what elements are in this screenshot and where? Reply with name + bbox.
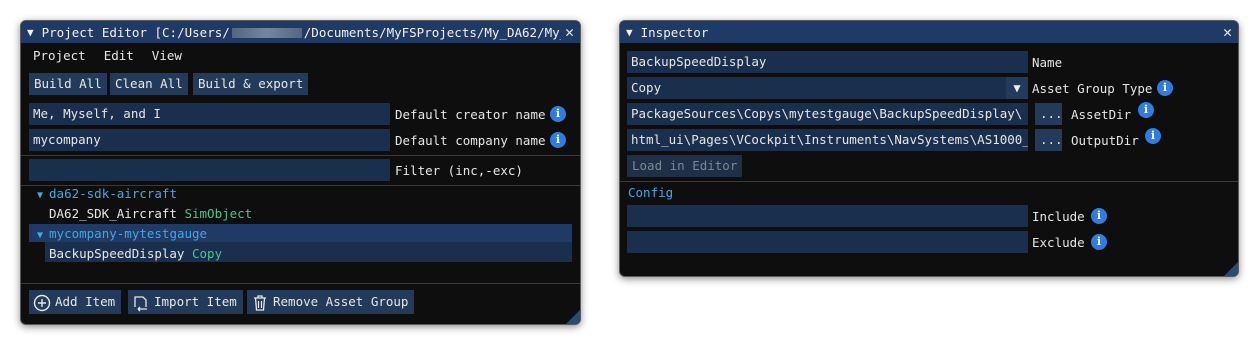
collapse-icon[interactable]: ▼ <box>626 26 633 39</box>
asset-group-type-select[interactable]: Copy <box>627 77 1006 99</box>
resize-grip[interactable] <box>566 310 580 324</box>
exclude-input[interactable] <box>627 231 1028 253</box>
info-icon[interactable]: i <box>550 132 566 148</box>
tree-group-da62[interactable]: ▼ da62-sdk-aircraft <box>37 186 177 201</box>
tree-item-da62-sdk-aircraft[interactable]: DA62_SDK_Aircraft SimObject <box>49 206 252 221</box>
project-editor-title: Project Editor [C:/Users//Documents/MyFS… <box>41 24 575 40</box>
info-icon[interactable]: i <box>1091 234 1107 250</box>
creator-name-label: Default creator name <box>395 107 546 122</box>
output-dir-browse-button[interactable]: ... <box>1035 129 1063 151</box>
info-icon[interactable]: i <box>1145 128 1161 144</box>
load-in-editor-button[interactable]: Load in Editor <box>627 155 743 177</box>
inspector-window: ▼ Inspector ✕ BackupSpeedDisplay Name Co… <box>619 20 1239 277</box>
add-item-button[interactable]: Add Item <box>29 290 122 314</box>
import-icon <box>134 295 147 311</box>
resize-grip[interactable] <box>1224 262 1238 276</box>
tree-group-mytestgauge[interactable]: ▼ mycompany-mytestgauge <box>37 226 207 241</box>
menu-project[interactable]: Project <box>33 48 86 63</box>
include-label: Include <box>1032 209 1085 224</box>
name-input[interactable]: BackupSpeedDisplay <box>627 51 1028 73</box>
info-icon[interactable]: i <box>1157 80 1173 96</box>
plus-circle-icon <box>33 294 51 311</box>
info-icon[interactable]: i <box>550 106 566 122</box>
import-item-button[interactable]: Import Item <box>128 290 243 314</box>
name-label: Name <box>1032 55 1063 70</box>
project-editor-titlebar[interactable]: ▼ Project Editor [C:/Users//Documents/My… <box>21 21 580 43</box>
divider <box>620 181 1238 182</box>
inspector-titlebar[interactable]: ▼ Inspector ✕ <box>620 21 1238 43</box>
close-icon[interactable]: ✕ <box>1218 23 1232 41</box>
company-name-input[interactable]: mycompany <box>29 129 390 151</box>
asset-type-label: Copy <box>192 246 223 261</box>
include-input[interactable] <box>627 205 1028 227</box>
exclude-label: Exclude <box>1032 235 1085 250</box>
info-icon[interactable]: i <box>1091 208 1107 224</box>
project-editor-window: ▼ Project Editor [C:/Users//Documents/My… <box>20 20 581 325</box>
tree-item-backup-speed-display[interactable]: BackupSpeedDisplay Copy <box>49 246 222 261</box>
chevron-down-icon[interactable]: ▼ <box>1006 77 1028 99</box>
asset-dir-label: AssetDir <box>1071 107 1132 122</box>
menu-edit[interactable]: Edit <box>104 48 134 63</box>
clean-all-button[interactable]: Clean All <box>110 73 188 95</box>
menubar: Project Edit View <box>21 43 580 68</box>
output-dir-label: OutputDir <box>1071 133 1139 148</box>
collapse-icon[interactable]: ▼ <box>27 26 34 39</box>
inspector-title: Inspector <box>640 24 709 40</box>
config-section-header: Config <box>628 185 674 200</box>
filter-label: Filter (inc,-exc) <box>395 163 523 178</box>
company-name-label: Default company name <box>395 133 546 148</box>
menu-view[interactable]: View <box>152 48 182 63</box>
asset-type-label: SimObject <box>184 206 253 221</box>
chevron-down-icon: ▼ <box>37 190 44 201</box>
remove-asset-group-button[interactable]: Remove Asset Group <box>247 290 415 314</box>
asset-dir-browse-button[interactable]: ... <box>1035 103 1063 125</box>
filter-input[interactable] <box>29 159 390 181</box>
creator-name-input[interactable]: Me, Myself, and I <box>29 103 390 125</box>
chevron-down-icon: ▼ <box>37 230 44 241</box>
output-dir-input[interactable]: html_ui\Pages\VCockpit\Instruments\NavSy… <box>627 129 1028 151</box>
asset-group-type-label: Asset Group Type <box>1032 81 1153 96</box>
redacted-username <box>231 28 302 38</box>
info-icon[interactable]: i <box>1138 102 1154 118</box>
divider <box>21 155 580 156</box>
asset-dir-input[interactable]: PackageSources\Copys\mytestgauge\BackupS… <box>627 103 1028 125</box>
close-icon[interactable]: ✕ <box>560 23 574 41</box>
divider <box>21 283 580 284</box>
build-export-button[interactable]: Build & export <box>193 73 309 95</box>
trash-icon <box>254 294 266 311</box>
build-all-button[interactable]: Build All <box>29 73 107 95</box>
